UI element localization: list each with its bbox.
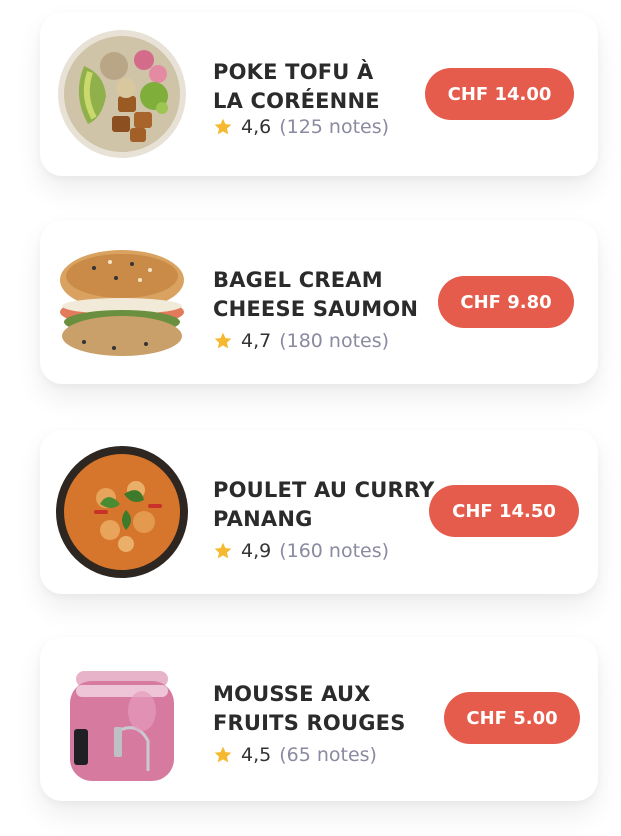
review-count: (125 notes): [279, 116, 390, 138]
item-title: BAGEL CREAM CHEESE SAUMON: [213, 268, 419, 321]
menu-item-card[interactable]: POULET AU CURRY PANANG 4,9 (160 notes) C…: [40, 430, 598, 594]
review-count: (180 notes): [279, 330, 390, 352]
item-title: POULET AU CURRY PANANG: [213, 478, 435, 531]
review-count: (160 notes): [279, 540, 390, 562]
rating-row: 4,5 (65 notes): [213, 744, 377, 766]
star-icon: [214, 332, 232, 349]
rating-row: 4,9 (160 notes): [213, 540, 389, 562]
rating-row: 4,7 (180 notes): [213, 330, 389, 352]
price-button[interactable]: CHF 14.00: [425, 68, 574, 120]
berry-mousse-jar-image: [54, 651, 190, 787]
rating-value: 4,7: [241, 330, 272, 352]
curry-bowl-image: [54, 444, 190, 580]
salmon-bagel-image: [54, 234, 190, 370]
poke-bowl-image: [54, 26, 190, 162]
price-button[interactable]: CHF 5.00: [444, 692, 580, 744]
rating-value: 4,9: [241, 540, 272, 562]
menu-item-card[interactable]: POKE TOFU À LA CORÉENNE 4,6 (125 notes) …: [40, 12, 598, 176]
review-count: (65 notes): [279, 744, 377, 766]
menu-item-card[interactable]: BAGEL CREAM CHEESE SAUMON 4,7 (180 notes…: [40, 220, 598, 384]
item-title: POKE TOFU À LA CORÉENNE: [213, 60, 380, 113]
price-button[interactable]: CHF 14.50: [429, 485, 579, 537]
menu-list: POKE TOFU À LA CORÉENNE 4,6 (125 notes) …: [0, 0, 621, 836]
menu-item-card[interactable]: MOUSSE AUX FRUITS ROUGES 4,5 (65 notes) …: [40, 637, 598, 801]
star-icon: [214, 542, 232, 559]
rating-row: 4,6 (125 notes): [213, 116, 389, 138]
star-icon: [214, 118, 232, 135]
item-title: MOUSSE AUX FRUITS ROUGES: [213, 682, 406, 735]
star-icon: [214, 746, 232, 763]
rating-value: 4,5: [241, 744, 272, 766]
rating-value: 4,6: [241, 116, 272, 138]
price-button[interactable]: CHF 9.80: [438, 276, 574, 328]
